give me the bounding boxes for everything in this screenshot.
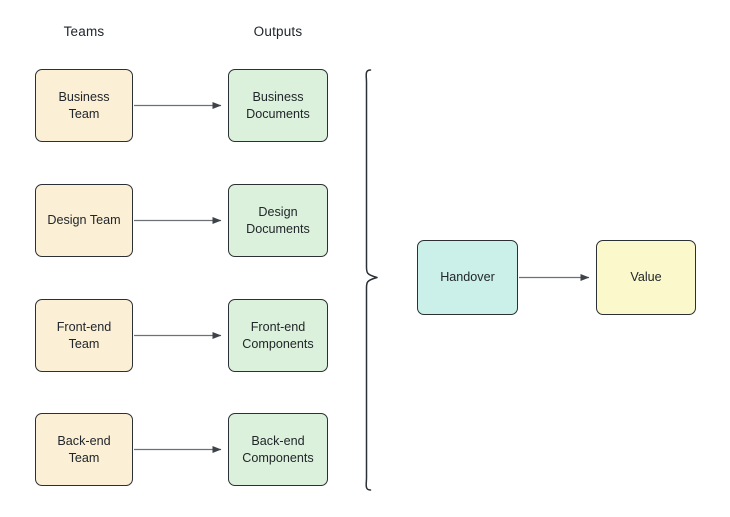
grouping-brace-icon [365, 69, 378, 491]
node-back-end-team[interactable]: Back-end Team [35, 413, 133, 486]
column-header-teams: Teams [63, 24, 105, 39]
node-business-team[interactable]: Business Team [35, 69, 133, 142]
diagram-canvas: Teams Outputs Business Team Design Team … [0, 0, 730, 517]
node-business-documents[interactable]: Business Documents [228, 69, 328, 142]
node-handover[interactable]: Handover [417, 240, 518, 315]
column-header-outputs: Outputs [253, 24, 303, 39]
node-back-end-components[interactable]: Back-end Components [228, 413, 328, 486]
node-design-documents[interactable]: Design Documents [228, 184, 328, 257]
node-front-end-team[interactable]: Front-end Team [35, 299, 133, 372]
node-design-team[interactable]: Design Team [35, 184, 133, 257]
node-front-end-components[interactable]: Front-end Components [228, 299, 328, 372]
node-value[interactable]: Value [596, 240, 696, 315]
